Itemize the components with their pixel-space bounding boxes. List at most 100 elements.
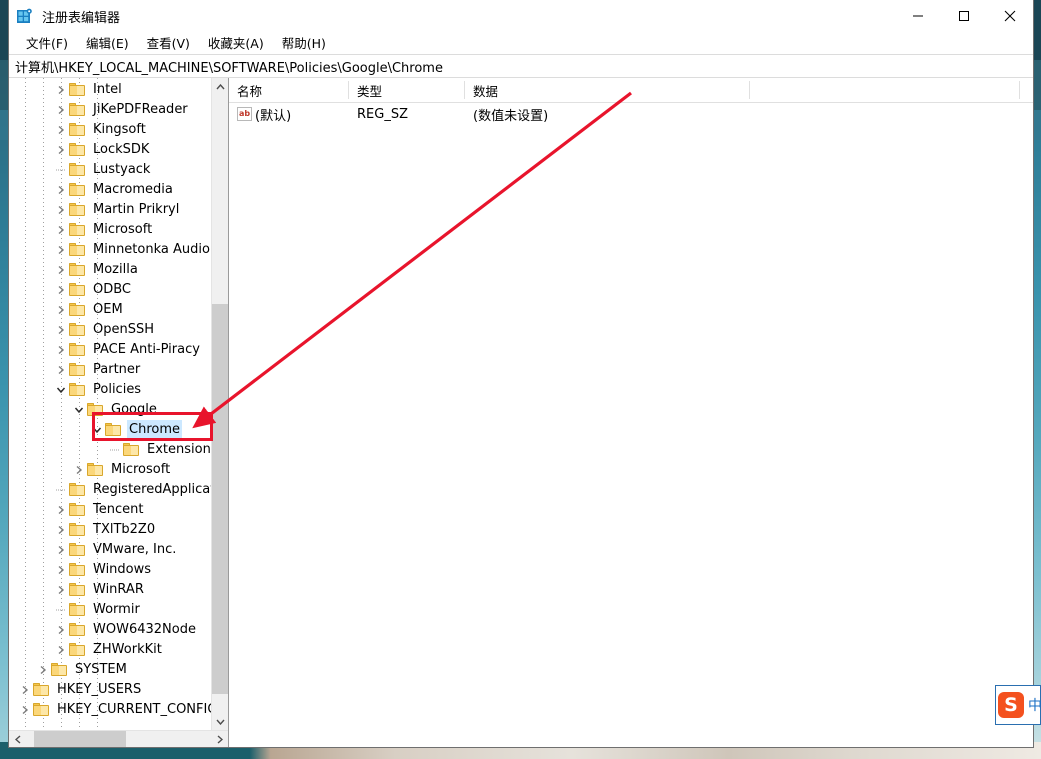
tree-item-label: Microsoft	[111, 462, 171, 477]
column-name[interactable]: 名称	[229, 78, 349, 102]
chevron-right-icon[interactable]	[53, 120, 69, 140]
tree-item[interactable]: ExtensionI	[9, 440, 211, 460]
menu-file[interactable]: 文件(F)	[17, 31, 77, 55]
tree-item[interactable]: WinRAR	[9, 580, 211, 600]
scroll-left-arrow-icon[interactable]	[9, 731, 26, 747]
values-list[interactable]: ab (默认) REG_SZ (数值未设置)	[229, 103, 1033, 747]
chevron-right-icon[interactable]	[53, 640, 69, 660]
column-filler[interactable]	[750, 78, 1020, 102]
menu-view[interactable]: 查看(V)	[138, 31, 199, 55]
folder-icon	[69, 643, 86, 657]
address-path: 计算机\HKEY_LOCAL_MACHINE\SOFTWARE\Policies…	[15, 60, 443, 76]
chevron-right-icon[interactable]	[17, 680, 33, 700]
tree-item[interactable]: Microsoft	[9, 220, 211, 240]
tree-item[interactable]: HKEY_CURRENT_CONFIG	[9, 700, 211, 720]
tree-item[interactable]: Martin Prikryl	[9, 200, 211, 220]
value-row[interactable]: ab (默认) REG_SZ (数值未设置)	[229, 103, 1033, 125]
tree-item[interactable]: SYSTEM	[9, 660, 211, 680]
ime-mode-indicator[interactable]: 中	[1028, 695, 1041, 715]
annotation-highlight-box	[92, 412, 213, 441]
tree-item-label: ZHWorkKit	[93, 642, 162, 657]
tree-item[interactable]: OpenSSH	[9, 320, 211, 340]
menu-edit[interactable]: 编辑(E)	[77, 31, 138, 55]
tree-item-label: TXlTb2Z0	[93, 522, 156, 537]
title-bar: 注册表编辑器	[9, 0, 1033, 32]
tree-item-label: Minnetonka Audio	[93, 242, 210, 257]
tree-item[interactable]: Macromedia	[9, 180, 211, 200]
chevron-down-icon[interactable]	[53, 380, 69, 400]
tree-item[interactable]: Tencent	[9, 500, 211, 520]
chevron-right-icon[interactable]	[53, 500, 69, 520]
tree-item[interactable]: Mozilla	[9, 260, 211, 280]
chevron-right-icon[interactable]	[53, 240, 69, 260]
chevron-right-icon[interactable]	[53, 520, 69, 540]
tree-vertical-scrollbar[interactable]	[211, 78, 228, 730]
value-name-text: (默认)	[255, 108, 292, 124]
tree-item[interactable]: RegisteredApplicat	[9, 480, 211, 500]
menu-help[interactable]: 帮助(H)	[273, 31, 335, 55]
tree-leaf-connector	[53, 480, 69, 500]
registry-tree-view[interactable]: Intel JiKePDFReader Kingsoft LockSDK Lustyac…	[9, 78, 211, 730]
chevron-right-icon[interactable]	[53, 200, 69, 220]
tree-item[interactable]: Kingsoft	[9, 120, 211, 140]
tree-item[interactable]: OEM	[9, 300, 211, 320]
chevron-right-icon[interactable]	[53, 360, 69, 380]
chevron-right-icon[interactable]	[53, 320, 69, 340]
chevron-right-icon[interactable]	[53, 220, 69, 240]
chevron-right-icon[interactable]	[53, 80, 69, 100]
chevron-right-icon[interactable]	[35, 660, 51, 680]
menu-favorites[interactable]: 收藏夹(A)	[199, 31, 273, 55]
chevron-right-icon[interactable]	[53, 580, 69, 600]
tree-scroll-thumb[interactable]	[212, 304, 228, 694]
tree-hscroll-thumb[interactable]	[34, 731, 126, 747]
folder-icon	[69, 343, 86, 357]
close-button[interactable]	[987, 0, 1033, 32]
tree-item-label: WOW6432Node	[93, 622, 196, 637]
chevron-right-icon[interactable]	[53, 560, 69, 580]
folder-icon	[69, 383, 86, 397]
chevron-right-icon[interactable]	[53, 140, 69, 160]
tree-item[interactable]: HKEY_USERS	[9, 680, 211, 700]
chevron-right-icon[interactable]	[53, 620, 69, 640]
chevron-right-icon[interactable]	[53, 100, 69, 120]
column-data[interactable]: 数据	[465, 78, 750, 102]
tree-item[interactable]: Microsoft	[9, 460, 211, 480]
chevron-right-icon[interactable]	[53, 340, 69, 360]
chevron-right-icon[interactable]	[17, 700, 33, 720]
tree-item[interactable]: Lustyack	[9, 160, 211, 180]
tree-item[interactable]: Partner	[9, 360, 211, 380]
tree-item[interactable]: WOW6432Node	[9, 620, 211, 640]
scroll-down-arrow-icon[interactable]	[212, 713, 228, 730]
chevron-right-icon[interactable]	[53, 180, 69, 200]
minimize-button[interactable]	[895, 0, 941, 32]
tree-item[interactable]: Windows	[9, 560, 211, 580]
folder-icon	[69, 263, 86, 277]
scroll-right-arrow-icon[interactable]	[211, 731, 228, 747]
tree-item[interactable]: ZHWorkKit	[9, 640, 211, 660]
tree-item[interactable]: LockSDK	[9, 140, 211, 160]
tree-item[interactable]: Policies	[9, 380, 211, 400]
tree-item-label: Mozilla	[93, 262, 138, 277]
sogou-ime-toolbar[interactable]: S 中	[995, 685, 1041, 725]
chevron-right-icon[interactable]	[53, 540, 69, 560]
sogou-logo-icon[interactable]: S	[998, 692, 1024, 718]
tree-item[interactable]: Minnetonka Audio	[9, 240, 211, 260]
column-type[interactable]: 类型	[349, 78, 465, 102]
chevron-right-icon[interactable]	[53, 260, 69, 280]
chevron-down-icon[interactable]	[71, 400, 87, 420]
tree-item[interactable]: Intel	[9, 80, 211, 100]
window-controls	[895, 0, 1033, 32]
tree-item[interactable]: TXlTb2Z0	[9, 520, 211, 540]
scroll-up-arrow-icon[interactable]	[212, 78, 228, 95]
chevron-right-icon[interactable]	[53, 300, 69, 320]
chevron-right-icon[interactable]	[71, 460, 87, 480]
address-bar[interactable]: 计算机\HKEY_LOCAL_MACHINE\SOFTWARE\Policies…	[9, 54, 1033, 78]
tree-item[interactable]: ODBC	[9, 280, 211, 300]
tree-item[interactable]: PACE Anti-Piracy	[9, 340, 211, 360]
tree-item[interactable]: VMware, Inc.	[9, 540, 211, 560]
chevron-right-icon[interactable]	[53, 280, 69, 300]
maximize-button[interactable]	[941, 0, 987, 32]
tree-horizontal-scrollbar[interactable]	[9, 730, 228, 747]
tree-item[interactable]: Wormir	[9, 600, 211, 620]
tree-item[interactable]: JiKePDFReader	[9, 100, 211, 120]
